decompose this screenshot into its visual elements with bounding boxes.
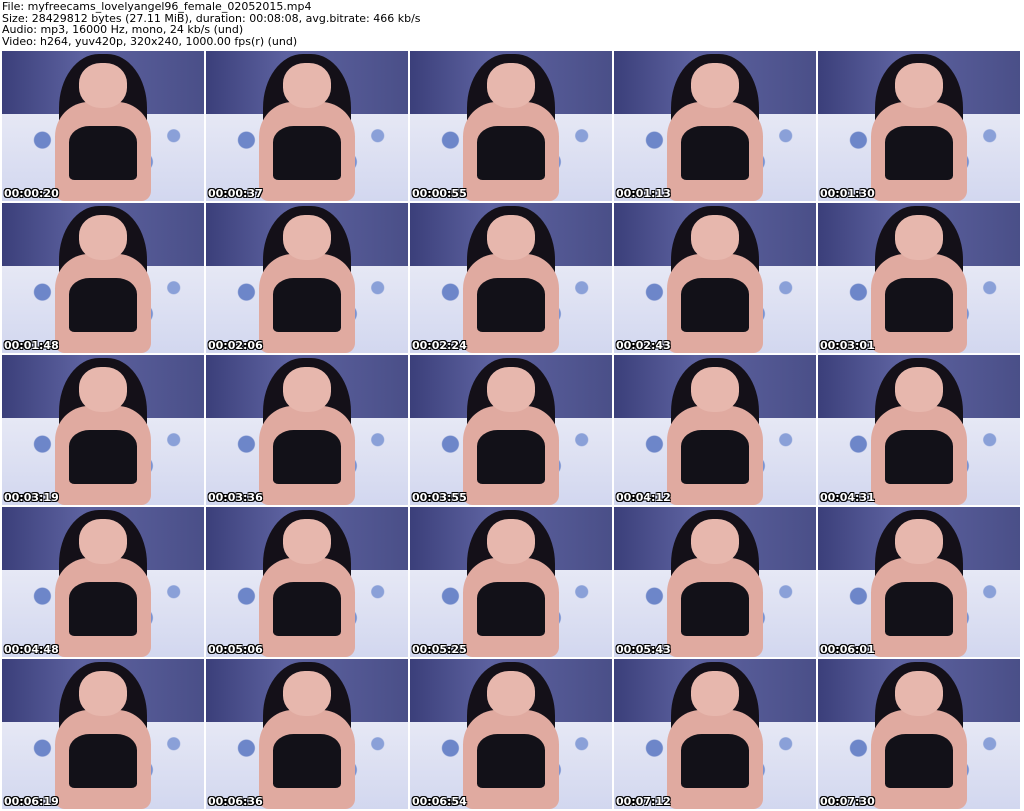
thumbnail: 00:02:06: [206, 203, 408, 353]
timestamp-label: 00:04:31: [820, 491, 875, 504]
thumbnail-grid: 00:00:20 00:00:37 00:00:55 00:01:13 00:0…: [2, 51, 1020, 809]
timestamp-label: 00:06:01: [820, 643, 875, 656]
timestamp-label: 00:04:12: [616, 491, 671, 504]
thumbnail: 00:01:48: [2, 203, 204, 353]
contact-sheet-header: File: myfreecams_lovelyangel96_female_02…: [0, 0, 1024, 50]
thumbnail: 00:01:30: [818, 51, 1020, 201]
thumbnail: 00:06:54: [410, 659, 612, 809]
thumbnail: 00:02:43: [614, 203, 816, 353]
timestamp-label: 00:02:24: [412, 339, 467, 352]
thumbnail: 00:05:43: [614, 507, 816, 657]
thumbnail: 00:04:12: [614, 355, 816, 505]
timestamp-label: 00:02:06: [208, 339, 263, 352]
thumbnail: 00:00:55: [410, 51, 612, 201]
timestamp-label: 00:03:01: [820, 339, 875, 352]
thumbnail: 00:03:19: [2, 355, 204, 505]
timestamp-label: 00:07:12: [616, 795, 671, 808]
timestamp-label: 00:05:06: [208, 643, 263, 656]
timestamp-label: 00:05:25: [412, 643, 467, 656]
timestamp-label: 00:04:48: [4, 643, 59, 656]
thumbnail: 00:03:01: [818, 203, 1020, 353]
thumbnail: 00:00:37: [206, 51, 408, 201]
timestamp-label: 00:01:13: [616, 187, 671, 200]
timestamp-label: 00:03:36: [208, 491, 263, 504]
timestamp-label: 00:06:54: [412, 795, 467, 808]
thumbnail: 00:01:13: [614, 51, 816, 201]
thumbnail: 00:05:06: [206, 507, 408, 657]
thumbnail: 00:07:30: [818, 659, 1020, 809]
timestamp-label: 00:00:20: [4, 187, 59, 200]
timestamp-label: 00:03:19: [4, 491, 59, 504]
thumbnail: 00:03:36: [206, 355, 408, 505]
thumbnail: 00:05:25: [410, 507, 612, 657]
thumbnail: 00:06:36: [206, 659, 408, 809]
thumbnail: 00:03:55: [410, 355, 612, 505]
thumbnail: 00:02:24: [410, 203, 612, 353]
file-name-line: File: myfreecams_lovelyangel96_female_02…: [2, 0, 312, 13]
timestamp-label: 00:01:48: [4, 339, 59, 352]
timestamp-label: 00:06:19: [4, 795, 59, 808]
thumbnail: 00:07:12: [614, 659, 816, 809]
thumbnail: 00:04:48: [2, 507, 204, 657]
thumbnail: 00:04:31: [818, 355, 1020, 505]
video-info-line: Video: h264, yuv420p, 320x240, 1000.00 f…: [2, 34, 298, 48]
audio-info-line: Audio: mp3, 16000 Hz, mono, 24 kb/s (und…: [2, 23, 244, 36]
timestamp-label: 00:05:43: [616, 643, 671, 656]
timestamp-label: 00:03:55: [412, 491, 467, 504]
timestamp-label: 00:01:30: [820, 187, 875, 200]
timestamp-label: 00:02:43: [616, 339, 671, 352]
thumbnail: 00:06:19: [2, 659, 204, 809]
timestamp-label: 00:06:36: [208, 795, 263, 808]
timestamp-label: 00:00:55: [412, 187, 467, 200]
thumbnail: 00:00:20: [2, 51, 204, 201]
thumbnail: 00:06:01: [818, 507, 1020, 657]
timestamp-label: 00:07:30: [820, 795, 875, 808]
timestamp-label: 00:00:37: [208, 187, 263, 200]
